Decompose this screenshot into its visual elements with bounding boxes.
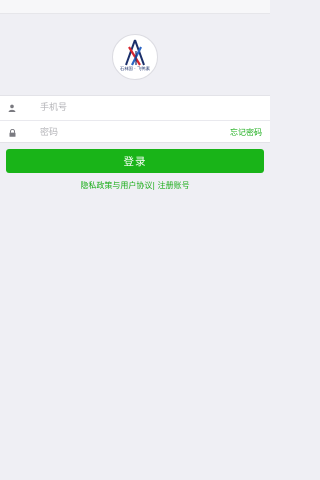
status-bar xyxy=(0,0,270,14)
login-button[interactable]: 登录 xyxy=(6,149,264,173)
app-logo: 石林国 · 飞鸭素 xyxy=(112,34,158,80)
privacy-policy-link[interactable]: 隐私政策与用户协议 xyxy=(80,181,152,190)
logo-caption: 石林国 · 飞鸭素 xyxy=(119,66,151,71)
link-separator: | xyxy=(152,181,156,190)
phone-row xyxy=(0,96,270,120)
password-input[interactable] xyxy=(24,120,230,145)
register-link[interactable]: 注册账号 xyxy=(158,181,190,190)
footer-links: 隐私政策与用户协议| 注册账号 xyxy=(0,180,270,191)
lock-icon xyxy=(0,121,24,145)
login-form: 忘记密码 xyxy=(0,95,270,145)
forgot-password-link[interactable]: 忘记密码 xyxy=(230,127,270,138)
logo-emblem-icon xyxy=(125,39,145,66)
phone-input[interactable] xyxy=(24,96,270,120)
user-icon xyxy=(0,96,24,120)
password-row: 忘记密码 xyxy=(0,120,270,145)
